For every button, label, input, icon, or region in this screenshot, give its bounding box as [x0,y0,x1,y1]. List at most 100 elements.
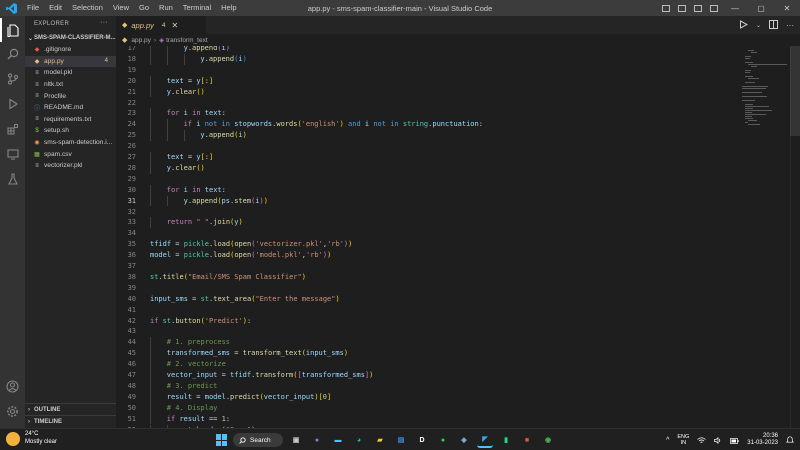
maximize-button[interactable]: ▢ [748,0,774,16]
code-line[interactable]: 34 [116,228,736,239]
dell-icon[interactable]: D [414,432,430,448]
menu-help[interactable]: Help [216,0,241,16]
menu-terminal[interactable]: Terminal [178,0,216,16]
code-line[interactable]: 24 if i not in stopwords.words('english')… [116,119,736,131]
outline-section[interactable]: › OUTLINE [25,403,116,415]
code-line[interactable]: 32 [116,207,736,218]
box-icon[interactable]: ◈ [456,432,472,448]
code-line[interactable]: 22 [116,98,736,109]
widgets-icon[interactable]: ▬ [330,432,346,448]
remote-explorer-icon[interactable] [0,142,25,166]
toggle-secondary-sidebar-icon[interactable] [694,4,702,12]
code-line[interactable]: 50 # 4. Display [116,402,736,414]
code-line[interactable]: 27 text = y[:] [116,152,736,163]
pycharm-icon[interactable]: ▮ [498,432,514,448]
code-line[interactable]: 33 return " ".join(y) [116,217,736,229]
whatsapp-icon[interactable]: ● [435,432,451,448]
code-line[interactable]: 23 for i in text: [116,108,736,120]
menu-selection[interactable]: Selection [67,0,108,16]
file-item[interactable]: $ setup.sh [25,125,116,137]
menu-view[interactable]: View [108,0,134,16]
file-item[interactable]: ⓘ README.md [25,102,116,114]
clock[interactable]: 20:36 31-03-2023 [747,433,778,448]
code-line[interactable]: 44 # 1. preprocess [116,337,736,349]
file-item[interactable]: ◆ app.py 4 [25,55,116,68]
code-line[interactable]: 45 transformed_sms = transform_text(input… [116,348,736,360]
toggle-panel-icon[interactable] [678,4,686,12]
battery-icon[interactable] [730,431,739,449]
weather-widget[interactable]: 24°C Mostly clear [6,431,57,446]
file-item[interactable]: ◆ .gitignore [25,44,116,56]
toggle-primary-sidebar-icon[interactable] [662,4,670,12]
explorer-icon[interactable] [0,18,25,42]
code-line[interactable]: 51 if result == 1: [116,413,736,425]
breadcrumb-symbol[interactable]: transform_text [166,37,208,44]
run-debug-icon[interactable] [0,92,25,116]
editor-scrollbar[interactable] [790,46,800,428]
chrome-icon[interactable]: ◉ [540,432,556,448]
wifi-icon[interactable] [697,431,707,449]
menu-file[interactable]: File [22,0,44,16]
code-line[interactable]: 42 if st.button('Predict'): [116,316,736,327]
code-line[interactable]: 29 [116,174,736,185]
code-line[interactable]: 37 [116,261,736,272]
settings-gear-icon[interactable] [0,399,25,423]
task-view-icon[interactable]: ▣ [288,432,304,448]
file-item[interactable]: ≡ Procfile [25,90,116,102]
file-explorer-icon[interactable]: ▰ [372,432,388,448]
search-icon[interactable] [0,42,25,66]
code-line[interactable]: 40 input_sms = st.text_area("Enter the me… [116,294,736,305]
customize-layout-icon[interactable] [710,4,718,12]
more-actions-icon[interactable]: ··· [100,19,108,26]
notifications-icon[interactable] [785,431,795,449]
breadcrumb-file[interactable]: app.py [131,37,151,44]
code-line[interactable]: 20 text = y[:] [116,75,736,87]
menu-edit[interactable]: Edit [44,0,67,16]
code-line[interactable]: 49 result = model.predict(vector_input)[0… [116,391,736,403]
code-line[interactable]: 31 y.append(ps.stem(i)) [116,195,736,207]
file-item[interactable]: ◉ sms-spam-detection.i... [25,137,116,149]
code-editor[interactable]: 17 y.append(i) 18 y.append(i) 19 20 text = y[:… [116,46,800,428]
minimize-button[interactable]: — [722,0,748,16]
volume-icon[interactable] [714,431,722,449]
tab-app-py[interactable]: ◆ app.py 4 ✕ [116,16,206,34]
vscode-icon[interactable]: ◤ [477,432,493,448]
code-line[interactable]: 21 y.clear() [116,86,736,98]
code-line[interactable]: 47 vector_input = tfidf.transform([transf… [116,370,736,381]
testing-icon[interactable] [0,167,25,191]
code-line[interactable]: 38 st.title("Email/SMS Spam Classifier") [116,272,736,283]
timeline-section[interactable]: › TIMELINE [25,415,116,427]
code-line[interactable]: 26 [116,141,736,152]
edge-icon[interactable]: ◕ [351,432,367,448]
file-item[interactable]: ≡ requirements.txt [25,114,116,126]
scrollbar-thumb[interactable] [790,46,800,136]
menu-run[interactable]: Run [154,0,178,16]
input-language[interactable]: ENG IN [677,434,689,447]
store-icon[interactable]: ▤ [393,432,409,448]
minimap[interactable] [742,46,790,126]
show-hidden-icons-chevron-icon[interactable]: ^ [666,437,669,444]
code-line[interactable]: 46 # 2. vectorize [116,359,736,370]
code-line[interactable]: 25 y.append(i) [116,130,736,142]
code-line[interactable]: 18 y.append(i) [116,53,736,65]
workspace-folder[interactable]: ⌄ SMS-SPAM-CLASSIFIER-M... [25,32,116,44]
code-line[interactable]: 41 [116,305,736,316]
run-dropdown-chevron-icon[interactable]: ⌄ [756,22,761,29]
code-line[interactable]: 39 [116,283,736,294]
extensions-icon[interactable] [0,117,25,141]
office-icon[interactable]: ■ [519,432,535,448]
code-line[interactable]: 28 y.clear() [116,162,736,174]
file-item[interactable]: ≡ nltk.txt [25,79,116,91]
more-actions-icon[interactable]: ··· [786,21,794,30]
code-line[interactable]: 48 # 3. predict [116,380,736,392]
windows-start-icon[interactable] [216,434,228,446]
close-tab-icon[interactable]: ✕ [172,21,179,30]
account-icon[interactable] [0,374,25,398]
split-editor-icon[interactable] [769,19,778,31]
file-item[interactable]: ≡ model.pkl [25,67,116,79]
file-item[interactable]: ≡ vectorizer.pkl [25,160,116,172]
file-item[interactable]: ▦ spam.csv [25,148,116,160]
source-control-icon[interactable] [0,67,25,91]
taskbar-search[interactable]: Search [233,433,283,447]
code-line[interactable]: 19 [116,65,736,76]
